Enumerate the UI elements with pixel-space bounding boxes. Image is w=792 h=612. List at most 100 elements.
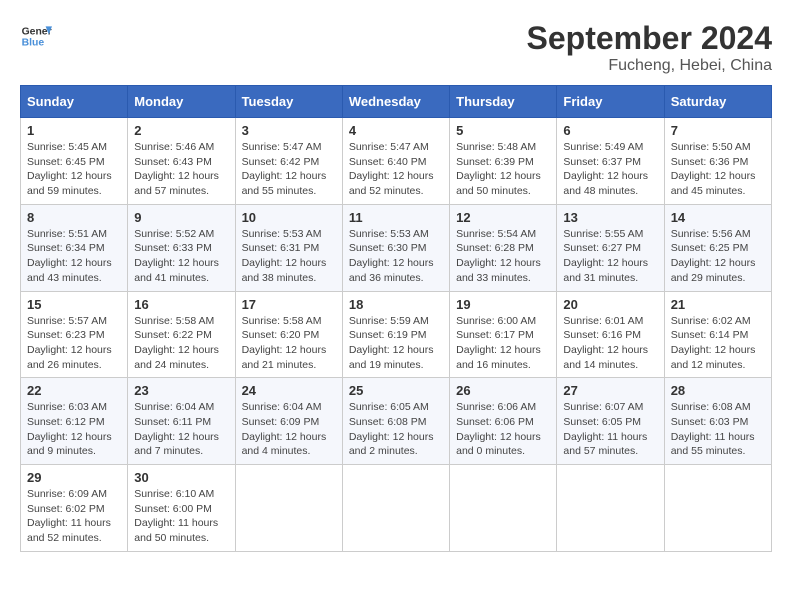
day-info: Sunrise: 5:53 AM Sunset: 6:30 PM Dayligh… (349, 227, 443, 286)
day-number: 13 (563, 210, 657, 225)
day-number: 20 (563, 297, 657, 312)
day-number: 3 (242, 123, 336, 138)
day-number: 21 (671, 297, 765, 312)
calendar-day-cell: 18 Sunrise: 5:59 AM Sunset: 6:19 PM Dayli… (342, 291, 449, 378)
day-number: 28 (671, 383, 765, 398)
day-info: Sunrise: 6:09 AM Sunset: 6:02 PM Dayligh… (27, 487, 121, 546)
day-info: Sunrise: 5:59 AM Sunset: 6:19 PM Dayligh… (349, 314, 443, 373)
day-of-week-header: Friday (557, 86, 664, 118)
day-number: 27 (563, 383, 657, 398)
day-number: 16 (134, 297, 228, 312)
calendar-week-row: 15 Sunrise: 5:57 AM Sunset: 6:23 PM Dayli… (21, 291, 772, 378)
day-number: 23 (134, 383, 228, 398)
calendar-day-cell: 10 Sunrise: 5:53 AM Sunset: 6:31 PM Dayli… (235, 204, 342, 291)
day-of-week-header: Wednesday (342, 86, 449, 118)
day-number: 8 (27, 210, 121, 225)
day-info: Sunrise: 5:48 AM Sunset: 6:39 PM Dayligh… (456, 140, 550, 199)
day-info: Sunrise: 5:58 AM Sunset: 6:22 PM Dayligh… (134, 314, 228, 373)
calendar-body: 1Sunrise: 5:45 AM Sunset: 6:45 PM Daylig… (21, 118, 772, 552)
day-info: Sunrise: 6:07 AM Sunset: 6:05 PM Dayligh… (563, 400, 657, 459)
logo-icon: General Blue (20, 20, 52, 52)
day-number: 6 (563, 123, 657, 138)
day-number: 29 (27, 470, 121, 485)
day-info: Sunrise: 6:03 AM Sunset: 6:12 PM Dayligh… (27, 400, 121, 459)
day-number: 14 (671, 210, 765, 225)
calendar-day-cell (664, 465, 771, 552)
calendar-header-row: SundayMondayTuesdayWednesdayThursdayFrid… (21, 86, 772, 118)
page-header: General Blue September 2024 Fucheng, Heb… (20, 20, 772, 75)
day-of-week-header: Tuesday (235, 86, 342, 118)
calendar-day-cell: 23 Sunrise: 6:04 AM Sunset: 6:11 PM Dayli… (128, 378, 235, 465)
day-number: 30 (134, 470, 228, 485)
calendar-day-cell: 28 Sunrise: 6:08 AM Sunset: 6:03 PM Dayli… (664, 378, 771, 465)
calendar-day-cell: 15 Sunrise: 5:57 AM Sunset: 6:23 PM Dayli… (21, 291, 128, 378)
calendar-day-cell: 19 Sunrise: 6:00 AM Sunset: 6:17 PM Dayli… (450, 291, 557, 378)
day-number: 24 (242, 383, 336, 398)
day-info: Sunrise: 5:47 AM Sunset: 6:40 PM Dayligh… (349, 140, 443, 199)
day-number: 10 (242, 210, 336, 225)
day-number: 2 (134, 123, 228, 138)
logo: General Blue (20, 20, 52, 52)
calendar-day-cell: 9 Sunrise: 5:52 AM Sunset: 6:33 PM Daylig… (128, 204, 235, 291)
calendar-day-cell: 20 Sunrise: 6:01 AM Sunset: 6:16 PM Dayli… (557, 291, 664, 378)
day-number: 15 (27, 297, 121, 312)
day-info: Sunrise: 6:04 AM Sunset: 6:09 PM Dayligh… (242, 400, 336, 459)
day-number: 19 (456, 297, 550, 312)
calendar-day-cell: 17 Sunrise: 5:58 AM Sunset: 6:20 PM Dayli… (235, 291, 342, 378)
calendar-day-cell: 16 Sunrise: 5:58 AM Sunset: 6:22 PM Dayli… (128, 291, 235, 378)
day-info: Sunrise: 6:05 AM Sunset: 6:08 PM Dayligh… (349, 400, 443, 459)
day-info: Sunrise: 5:53 AM Sunset: 6:31 PM Dayligh… (242, 227, 336, 286)
day-number: 9 (134, 210, 228, 225)
day-number: 11 (349, 210, 443, 225)
day-info: Sunrise: 5:47 AM Sunset: 6:42 PM Dayligh… (242, 140, 336, 199)
calendar-day-cell (557, 465, 664, 552)
calendar-day-cell: 7 Sunrise: 5:50 AM Sunset: 6:36 PM Daylig… (664, 118, 771, 205)
calendar-day-cell: 5 Sunrise: 5:48 AM Sunset: 6:39 PM Daylig… (450, 118, 557, 205)
calendar-table: SundayMondayTuesdayWednesdayThursdayFrid… (20, 85, 772, 552)
calendar-day-cell: 30Sunrise: 6:10 AM Sunset: 6:00 PM Dayli… (128, 465, 235, 552)
calendar-day-cell: 21 Sunrise: 6:02 AM Sunset: 6:14 PM Dayli… (664, 291, 771, 378)
calendar-day-cell: 12Sunrise: 5:54 AM Sunset: 6:28 PM Dayli… (450, 204, 557, 291)
day-info: Sunrise: 6:01 AM Sunset: 6:16 PM Dayligh… (563, 314, 657, 373)
calendar-week-row: 22 Sunrise: 6:03 AM Sunset: 6:12 PM Dayli… (21, 378, 772, 465)
calendar-day-cell: 14Sunrise: 5:56 AM Sunset: 6:25 PM Dayli… (664, 204, 771, 291)
day-info: Sunrise: 5:45 AM Sunset: 6:45 PM Dayligh… (27, 140, 121, 199)
calendar-day-cell: 26Sunrise: 6:06 AM Sunset: 6:06 PM Dayli… (450, 378, 557, 465)
day-number: 5 (456, 123, 550, 138)
day-number: 18 (349, 297, 443, 312)
day-info: Sunrise: 5:57 AM Sunset: 6:23 PM Dayligh… (27, 314, 121, 373)
day-info: Sunrise: 5:52 AM Sunset: 6:33 PM Dayligh… (134, 227, 228, 286)
day-of-week-header: Thursday (450, 86, 557, 118)
calendar-day-cell (450, 465, 557, 552)
calendar-day-cell (342, 465, 449, 552)
day-number: 7 (671, 123, 765, 138)
day-info: Sunrise: 6:08 AM Sunset: 6:03 PM Dayligh… (671, 400, 765, 459)
calendar-day-cell: 6Sunrise: 5:49 AM Sunset: 6:37 PM Daylig… (557, 118, 664, 205)
day-info: Sunrise: 5:46 AM Sunset: 6:43 PM Dayligh… (134, 140, 228, 199)
calendar-day-cell: 11 Sunrise: 5:53 AM Sunset: 6:30 PM Dayli… (342, 204, 449, 291)
calendar-day-cell: 22 Sunrise: 6:03 AM Sunset: 6:12 PM Dayli… (21, 378, 128, 465)
calendar-day-cell: 24 Sunrise: 6:04 AM Sunset: 6:09 PM Dayli… (235, 378, 342, 465)
calendar-day-cell: 1Sunrise: 5:45 AM Sunset: 6:45 PM Daylig… (21, 118, 128, 205)
day-info: Sunrise: 6:04 AM Sunset: 6:11 PM Dayligh… (134, 400, 228, 459)
day-number: 17 (242, 297, 336, 312)
calendar-week-row: 29 Sunrise: 6:09 AM Sunset: 6:02 PM Dayli… (21, 465, 772, 552)
day-info: Sunrise: 5:50 AM Sunset: 6:36 PM Dayligh… (671, 140, 765, 199)
calendar-week-row: 1Sunrise: 5:45 AM Sunset: 6:45 PM Daylig… (21, 118, 772, 205)
day-info: Sunrise: 5:58 AM Sunset: 6:20 PM Dayligh… (242, 314, 336, 373)
day-number: 26 (456, 383, 550, 398)
day-number: 4 (349, 123, 443, 138)
day-of-week-header: Saturday (664, 86, 771, 118)
day-number: 25 (349, 383, 443, 398)
month-title: September 2024 (527, 20, 772, 57)
day-of-week-header: Monday (128, 86, 235, 118)
svg-text:Blue: Blue (22, 38, 45, 49)
day-of-week-header: Sunday (21, 86, 128, 118)
day-info: Sunrise: 6:00 AM Sunset: 6:17 PM Dayligh… (456, 314, 550, 373)
day-number: 22 (27, 383, 121, 398)
calendar-day-cell: 13Sunrise: 5:55 AM Sunset: 6:27 PM Dayli… (557, 204, 664, 291)
day-info: Sunrise: 6:02 AM Sunset: 6:14 PM Dayligh… (671, 314, 765, 373)
title-area: September 2024 Fucheng, Hebei, China (527, 20, 772, 75)
calendar-day-cell: 29 Sunrise: 6:09 AM Sunset: 6:02 PM Dayli… (21, 465, 128, 552)
calendar-day-cell: 27 Sunrise: 6:07 AM Sunset: 6:05 PM Dayli… (557, 378, 664, 465)
